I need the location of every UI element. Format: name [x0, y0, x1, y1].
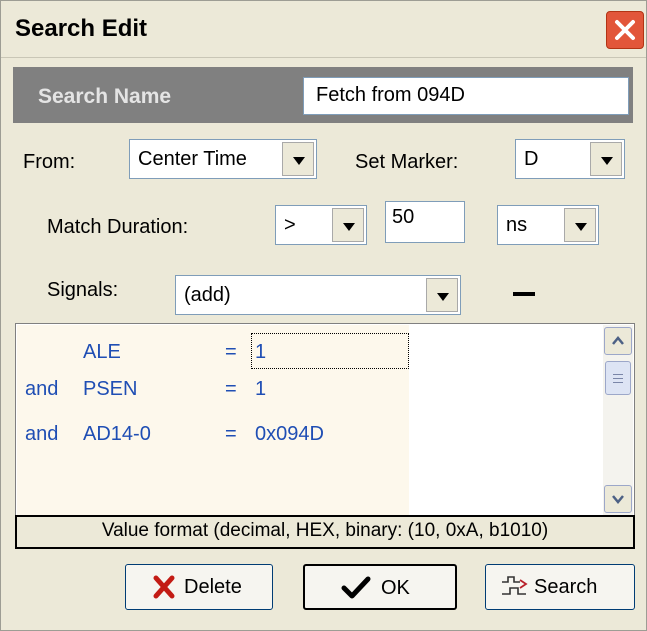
- chevron-down-icon[interactable]: [282, 142, 314, 176]
- search-label: Search: [534, 576, 598, 598]
- chevron-down-icon[interactable]: [564, 208, 596, 242]
- value-edit-focus[interactable]: [251, 333, 409, 369]
- condition-value[interactable]: 1: [255, 378, 266, 401]
- search-waveform-icon: [502, 576, 528, 595]
- window-title: Search Edit: [15, 15, 148, 42]
- scroll-up-button[interactable]: [604, 327, 632, 355]
- search-name-input[interactable]: Fetch from 094D: [303, 77, 629, 115]
- condition-signal: ALE: [83, 341, 121, 363]
- red-x-icon: [153, 575, 175, 599]
- signals-value: (add): [184, 284, 231, 306]
- close-button[interactable]: [606, 11, 644, 49]
- chevron-down-icon[interactable]: [590, 142, 622, 176]
- match-duration-label: Match Duration:: [47, 216, 189, 238]
- condition-prefix: and: [25, 423, 59, 445]
- remove-signal-button[interactable]: [513, 292, 535, 296]
- condition-value[interactable]: 0x094D: [255, 423, 324, 446]
- delete-label: Delete: [184, 576, 242, 598]
- duration-operator-value: >: [284, 214, 296, 236]
- chevron-down-icon[interactable]: [332, 208, 364, 242]
- condition-operator: =: [225, 341, 237, 363]
- set-marker-value: D: [524, 148, 539, 170]
- condition-operator: =: [225, 423, 237, 445]
- condition-signal: PSEN: [83, 378, 138, 400]
- search-edit-dialog: Search Edit Search Name Fetch from 094D …: [0, 0, 647, 631]
- chevron-down-icon[interactable]: [426, 278, 458, 312]
- duration-value-input[interactable]: 50: [385, 201, 465, 243]
- ok-button[interactable]: OK: [303, 564, 457, 610]
- condition-signal: AD14-0: [83, 423, 151, 445]
- checkmark-icon: [341, 576, 371, 599]
- duration-unit-select[interactable]: ns: [497, 205, 599, 245]
- from-select[interactable]: Center Time: [129, 139, 317, 179]
- chevron-down-icon: [612, 495, 624, 504]
- close-icon: [615, 20, 635, 40]
- chevron-up-icon: [612, 336, 624, 345]
- search-name-label: Search Name: [38, 85, 172, 108]
- from-value: Center Time: [138, 148, 247, 170]
- scroll-down-button[interactable]: [604, 485, 632, 513]
- from-label: From:: [23, 151, 76, 173]
- signals-label: Signals:: [47, 279, 119, 301]
- search-button[interactable]: Search: [485, 564, 635, 610]
- value-format-hint: Value format (decimal, HEX, binary: (10,…: [15, 515, 635, 549]
- condition-prefix: and: [25, 378, 59, 400]
- set-marker-label: Set Marker:: [355, 151, 459, 173]
- ok-label: OK: [381, 577, 410, 599]
- vertical-scrollbar[interactable]: [603, 325, 633, 515]
- set-marker-select[interactable]: D: [515, 139, 625, 179]
- duration-unit-value: ns: [506, 214, 528, 236]
- conditions-list[interactable]: ALE = 1 and PSEN = 1 and AD14-0 = 0x094D: [15, 323, 635, 517]
- search-name-bar: Search Name Fetch from 094D: [13, 67, 633, 123]
- condition-operator: =: [225, 378, 237, 400]
- delete-button[interactable]: Delete: [125, 564, 273, 610]
- title-bar: Search Edit: [1, 1, 646, 58]
- duration-operator-select[interactable]: >: [275, 205, 367, 245]
- conditions-area: ALE = 1 and PSEN = 1 and AD14-0 = 0x094D: [17, 325, 409, 515]
- signals-select[interactable]: (add): [175, 275, 461, 315]
- scroll-thumb[interactable]: [605, 361, 631, 395]
